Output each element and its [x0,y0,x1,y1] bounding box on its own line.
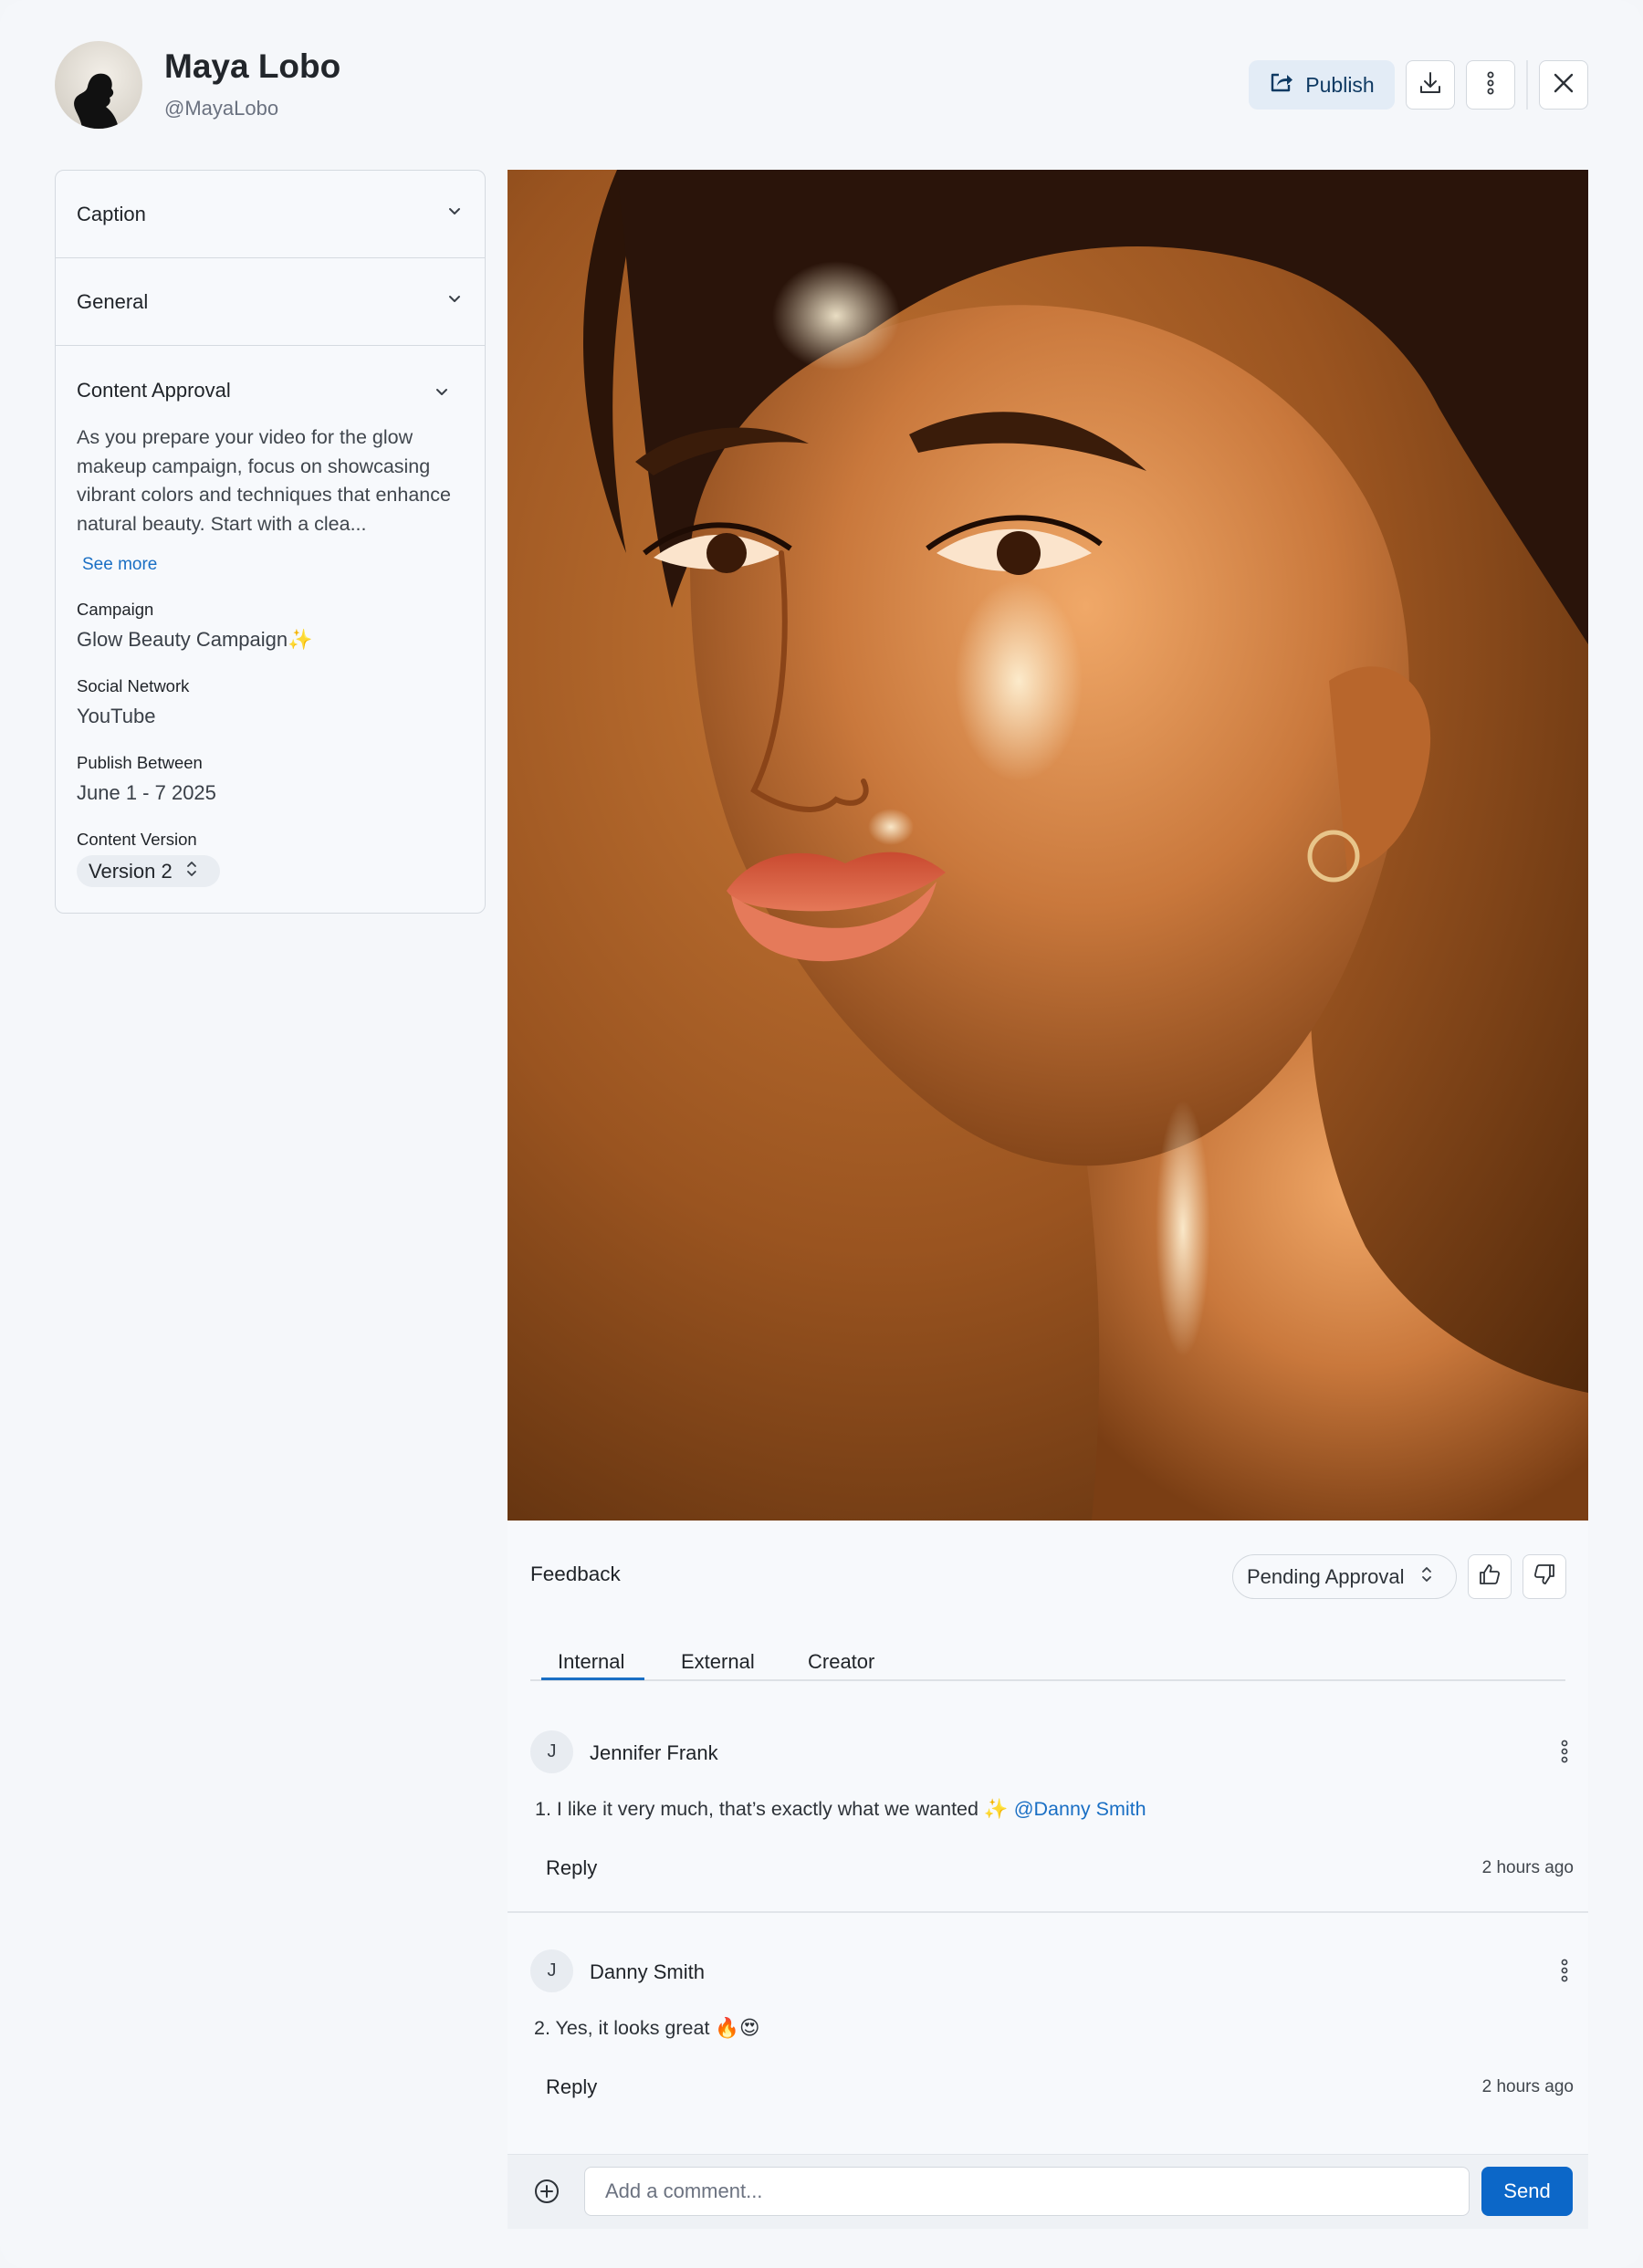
select-arrows-icon [185,859,198,884]
publish-label: Publish [1305,72,1375,97]
comment-author: Jennifer Frank [590,1741,718,1764]
campaign-label: Campaign [77,600,154,619]
kebab-menu-icon [1485,70,1496,100]
feedback-title: Feedback [530,1563,621,1585]
comment-item: J Jennifer Frank 1. I like it very much,… [508,1730,1588,1913]
kebab-menu-icon[interactable] [1559,1738,1570,1770]
accordion-content-approval[interactable]: Content Approval [77,379,231,402]
approve-button[interactable] [1468,1554,1512,1599]
reject-button[interactable] [1523,1554,1566,1599]
tab-internal[interactable]: Internal [558,1650,624,1674]
comment-avatar: J [530,1949,573,1992]
accordion-general-label: General [77,289,149,313]
content-image [508,170,1588,1521]
chevron-down-icon [445,289,465,314]
thumbs-up-icon [1477,1562,1502,1592]
profile-handle: @MayaLobo [164,97,279,120]
comment-text: 1. I like it very much, that’s exactly w… [535,1798,1146,1821]
comment-text: 2. Yes, it looks great 🔥😍 [534,2017,760,2039]
thumbs-down-icon [1532,1562,1557,1592]
user-mention[interactable]: @Danny Smith [1014,1798,1146,1820]
comment-input[interactable] [584,2167,1470,2216]
content-version-value: Version 2 [89,859,173,883]
approval-status-select[interactable]: Pending Approval [1232,1554,1457,1599]
comment-composer: Send [508,2154,1588,2229]
kebab-menu-icon[interactable] [1559,1957,1570,1989]
social-network-value: YouTube [77,705,156,727]
comment-item: J Danny Smith 2. Yes, it looks great 🔥😍 … [508,1949,1588,2132]
feedback-panel: Feedback Pending Approval Internal Exter… [508,1521,1588,2154]
download-icon [1418,70,1443,100]
comment-timestamp: 2 hours ago [1481,1858,1574,1877]
send-button[interactable]: Send [1481,2167,1573,2216]
modal: Maya Lobo @MayaLobo Publish Caption Gene… [0,0,1643,2268]
social-network-label: Social Network [77,676,190,695]
chevron-down-icon [445,202,465,226]
tab-external[interactable]: External [681,1650,755,1674]
accordion-caption[interactable]: Caption [56,171,485,258]
chevron-down-icon[interactable] [432,382,452,407]
reply-button[interactable]: Reply [546,1856,597,1880]
accordion-caption-label: Caption [77,202,146,225]
content-version-label: Content Version [77,830,197,849]
see-more-link[interactable]: See more [82,555,157,575]
comment-divider [508,1911,1588,1913]
select-arrows-icon [1420,1564,1433,1590]
content-version-select[interactable]: Version 2 [77,855,220,887]
close-icon [1552,71,1575,99]
content-brief: As you prepare your video for the glow m… [77,426,451,535]
publish-between-value: June 1 - 7 2025 [77,781,216,804]
more-options-button[interactable] [1466,60,1515,110]
publish-button[interactable]: Publish [1249,60,1395,110]
active-tab-indicator [541,1677,644,1680]
reply-button[interactable]: Reply [546,2075,597,2099]
avatar [55,41,142,129]
profile-name: Maya Lobo [164,47,341,85]
feedback-tabs: Internal External Creator [530,1639,1565,1681]
comment-timestamp: 2 hours ago [1481,2077,1574,2096]
comment-avatar: J [530,1730,573,1773]
download-button[interactable] [1406,60,1455,110]
accordion-general[interactable]: General [56,258,485,346]
campaign-value: Glow Beauty Campaign✨ [77,628,313,651]
approval-status-value: Pending Approval [1247,1564,1405,1588]
add-attachment-icon[interactable] [533,2178,560,2210]
comment-body: 1. I like it very much, that’s exactly w… [535,1798,1009,1820]
tab-creator[interactable]: Creator [808,1650,874,1674]
comment-author: Danny Smith [590,1960,705,1983]
close-button[interactable] [1539,60,1588,110]
header-divider [1526,60,1528,110]
share-icon [1269,71,1294,99]
details-panel: Caption General Content Approval As you … [55,170,486,914]
publish-between-label: Publish Between [77,753,203,772]
